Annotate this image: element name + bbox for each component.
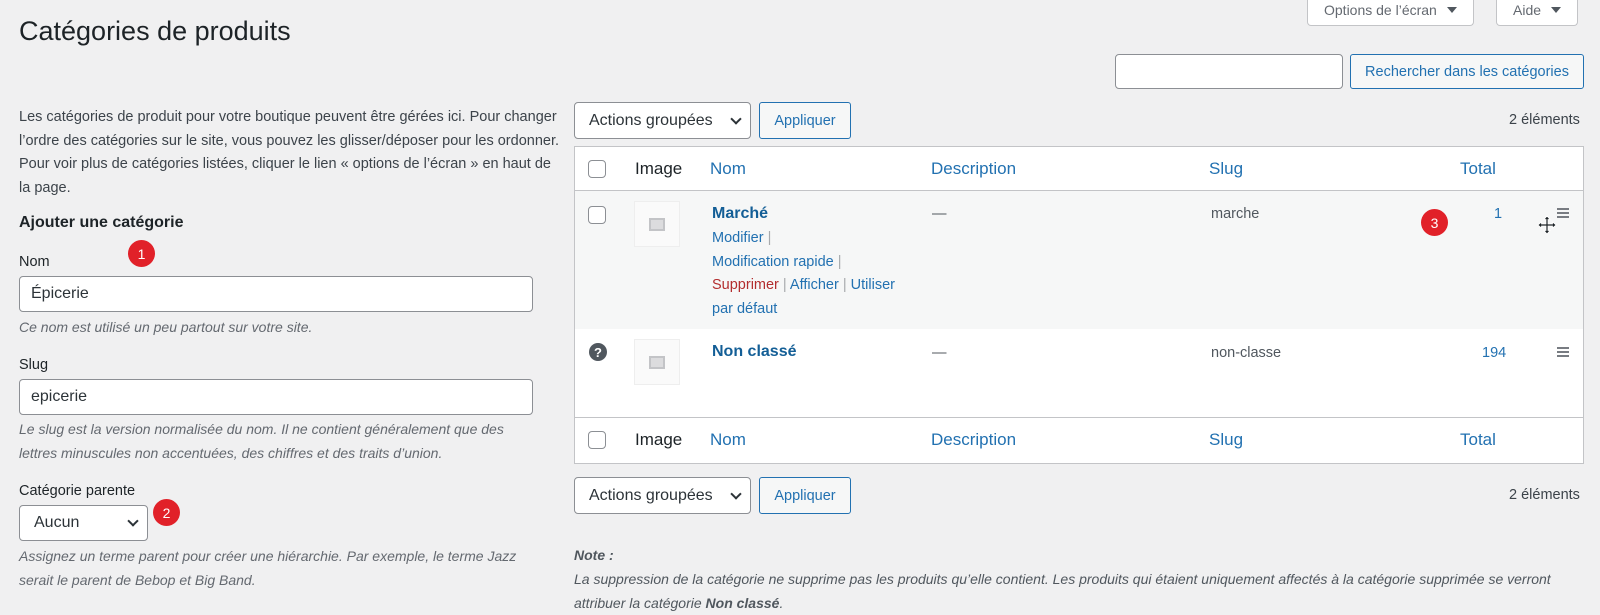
chevron-down-icon [127, 515, 139, 527]
quick-edit-link[interactable]: Modification rapide [712, 254, 834, 270]
apply-button-bottom[interactable]: Appliquer [759, 477, 851, 514]
note-title: Note : [574, 547, 614, 563]
placeholder-image-icon [634, 339, 680, 385]
column-image: Image [635, 430, 683, 449]
step-badge-2: 2 [153, 499, 180, 526]
slug-help: Le slug est la version normalisée du nom… [19, 421, 504, 461]
name-help: Ce nom est utilisé un peu partout sur vo… [19, 319, 313, 335]
search-input[interactable] [1115, 54, 1343, 89]
caret-down-icon [1551, 6, 1562, 13]
parent-select-value: Aucun [34, 514, 80, 531]
question-icon: ? [589, 343, 607, 361]
chevron-down-icon [730, 112, 742, 125]
bulk-actions-label: Actions groupées [589, 486, 713, 504]
slug-cell: non-classe [1211, 345, 1282, 361]
table-footer: Image Nom Description Slug Total [575, 417, 1583, 461]
items-count-top: 2 éléments [1509, 112, 1580, 128]
name-field[interactable]: Épicerie [19, 276, 533, 312]
delete-link[interactable]: Supprimer [712, 277, 779, 293]
description-cell: — [932, 345, 947, 361]
column-name[interactable]: Nom [710, 430, 746, 450]
apply-button-top[interactable]: Appliquer [759, 102, 851, 139]
table-row: ? Non classé — non-classe 194 [575, 329, 1583, 417]
move-cursor-icon [1537, 215, 1557, 235]
bulk-actions-select-top[interactable]: Actions groupées [574, 102, 751, 139]
column-total[interactable]: Total [1460, 430, 1496, 450]
table-row: Marché Modifier | Modification rapide | … [575, 191, 1583, 329]
column-description[interactable]: Description [931, 159, 1016, 179]
column-slug[interactable]: Slug [1209, 159, 1243, 179]
step-badge-3: 3 [1421, 209, 1448, 236]
help-tab[interactable]: Aide [1496, 0, 1579, 26]
add-category-heading: Ajouter une catégorie [19, 214, 184, 231]
screen-options-tab[interactable]: Options de l’écran [1307, 0, 1474, 26]
parent-help: Assignez un terme parent pour créer une … [19, 548, 517, 588]
drag-handle-icon[interactable] [1557, 208, 1569, 220]
make-default-link[interactable]: Utiliser [851, 277, 895, 293]
screen-options-label: Options de l’écran [1324, 1, 1437, 18]
caret-down-icon [1446, 6, 1457, 13]
view-link[interactable]: Afficher [790, 277, 839, 293]
column-image: Image [635, 159, 683, 178]
items-count-bottom: 2 éléments [1509, 487, 1580, 503]
column-total[interactable]: Total [1460, 159, 1496, 179]
row-actions: Modifier | Modification rapide | Supprim… [712, 230, 895, 317]
select-all-checkbox-bottom[interactable] [588, 431, 606, 449]
category-name-link[interactable]: Non classé [712, 343, 796, 361]
slug-field[interactable]: epicerie [19, 379, 533, 415]
intro-text: Les catégories de produit pour votre bou… [19, 109, 560, 196]
select-all-checkbox[interactable] [588, 160, 606, 178]
help-label: Aide [1513, 1, 1542, 18]
bulk-actions-select-bottom[interactable]: Actions groupées [574, 477, 751, 514]
step-badge-1: 1 [128, 240, 155, 267]
table-header: Image Nom Description Slug Total [575, 147, 1583, 191]
column-description[interactable]: Description [931, 430, 1016, 450]
total-count-link[interactable]: 1 [1494, 206, 1502, 222]
edit-link[interactable]: Modifier [712, 230, 764, 246]
column-slug[interactable]: Slug [1209, 430, 1243, 450]
note-text: La suppression de la catégorie ne suppri… [574, 568, 1594, 615]
slug-cell: marche [1211, 206, 1260, 222]
drag-handle-icon[interactable] [1557, 347, 1569, 359]
column-name[interactable]: Nom [710, 159, 746, 179]
slug-label: Slug [19, 357, 49, 373]
parent-label: Catégorie parente [19, 483, 136, 499]
row-checkbox[interactable] [588, 206, 606, 224]
page-title: Catégories de produits [19, 16, 291, 46]
note-text-bold: Non classé [705, 594, 780, 611]
make-default-link-cont[interactable]: par défaut [712, 301, 777, 317]
total-count-link[interactable]: 194 [1482, 345, 1506, 361]
search-categories-button[interactable]: Rechercher dans les catégories [1350, 54, 1584, 89]
note-text-part2: . [779, 594, 784, 611]
description-cell: — [932, 206, 947, 222]
placeholder-image-icon [634, 201, 680, 247]
bulk-actions-label: Actions groupées [589, 111, 713, 129]
category-name-link[interactable]: Marché [712, 205, 768, 223]
chevron-down-icon [730, 487, 742, 500]
parent-category-select[interactable]: Aucun [19, 505, 148, 541]
name-label: Nom [19, 254, 50, 270]
categories-table: Image Nom Description Slug Total Marché … [574, 146, 1584, 464]
